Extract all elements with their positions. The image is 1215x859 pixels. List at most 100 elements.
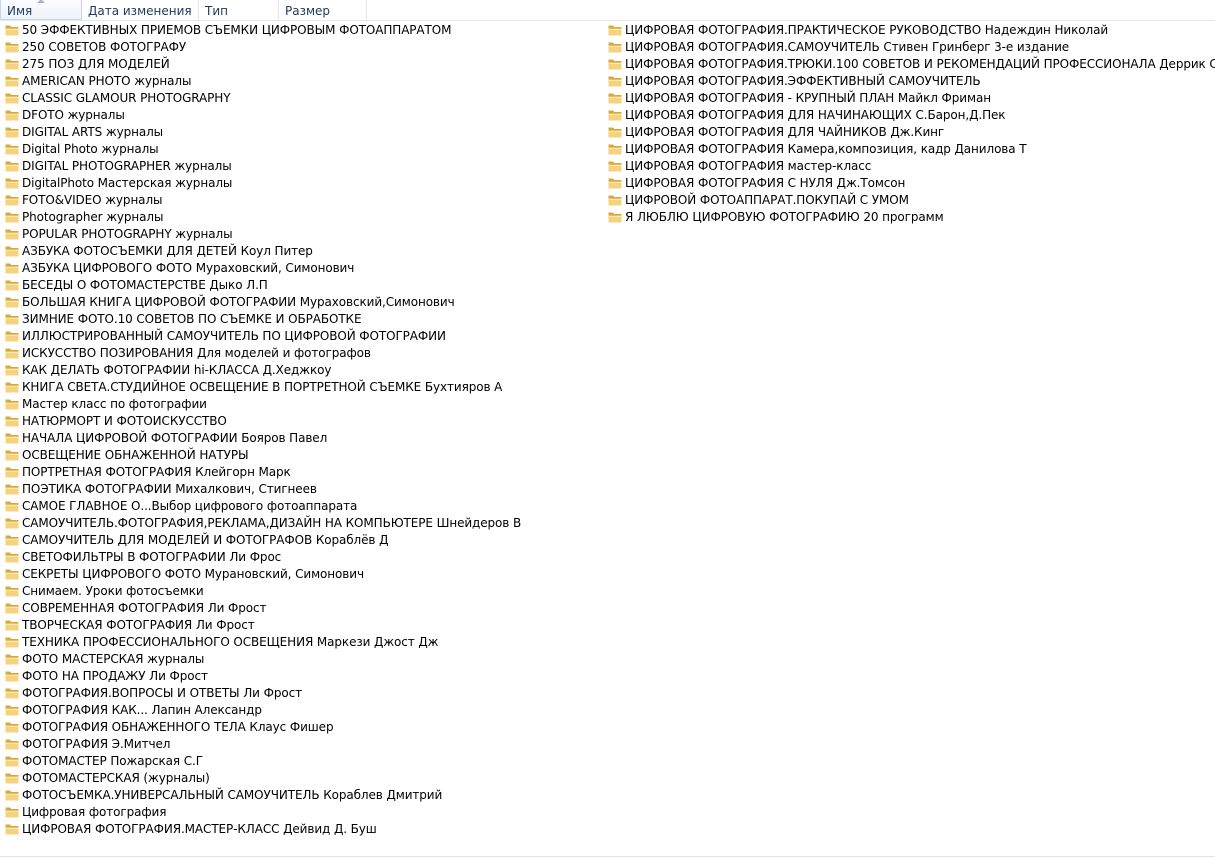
folder-icon [5,773,19,784]
folder-icon [608,76,622,87]
folder-item[interactable]: КНИГА СВЕТА.СТУДИЙНОЕ ОСВЕЩЕНИЕ В ПОРТРЕ… [2,379,602,396]
folder-icon [5,382,19,393]
folder-item-label: DFOTO журналы [22,108,125,122]
folder-item[interactable]: Цифровая фотография [2,804,602,821]
folder-item[interactable]: ИЛЛЮСТРИРОВАННЫЙ САМОУЧИТЕЛЬ ПО ЦИФРОВОЙ… [2,328,602,345]
file-list[interactable]: 50 ЭФФЕКТИВНЫХ ПРИЕМОВ СЪЕМКИ ЦИФРОВЫМ Ф… [0,22,1215,846]
folder-item[interactable]: ЦИФРОВАЯ ФОТОГРАФИЯ - КРУПНЫЙ ПЛАН Майкл… [605,90,1215,107]
folder-item[interactable]: ЦИФРОВАЯ ФОТОГРАФИЯ Камера,композиция, к… [605,141,1215,158]
folder-item-label: ЦИФРОВАЯ ФОТОГРАФИЯ.ЭФФЕКТИВНЫЙ САМОУЧИТ… [625,74,981,88]
folder-item[interactable]: AMERICAN PHOTO журналы [2,73,602,90]
folder-item[interactable]: НАЧАЛА ЦИФРОВОЙ ФОТОГРАФИИ Бояров Павел [2,430,602,447]
folder-item[interactable]: ЦИФРОВАЯ ФОТОГРАФИЯ.САМОУЧИТЕЛЬ Стивен Г… [605,39,1215,56]
folder-item[interactable]: САМОУЧИТЕЛЬ.ФОТОГРАФИЯ,РЕКЛАМА,ДИЗАЙН НА… [2,515,602,532]
folder-item[interactable]: Мастер класс по фотографии [2,396,602,413]
folder-item[interactable]: ИСКУССТВО ПОЗИРОВАНИЯ Для моделей и фото… [2,345,602,362]
folder-item[interactable]: FOTO&VIDEO журналы [2,192,602,209]
folder-item[interactable]: ФОТО МАСТЕРСКАЯ журналы [2,651,602,668]
folder-item[interactable]: ФОТОГРАФИЯ Э.Митчел [2,736,602,753]
folder-item[interactable]: ПОРТРЕТНАЯ ФОТОГРАФИЯ Клейгорн Марк [2,464,602,481]
folder-item[interactable]: Снимаем. Уроки фотосъемки [2,583,602,600]
folder-item-label: ЦИФРОВОЙ ФОТОАППАРАТ.ПОКУПАЙ С УМОМ [625,193,909,207]
folder-item[interactable]: ЦИФРОВАЯ ФОТОГРАФИЯ мастер-класс [605,158,1215,175]
folder-item[interactable]: ФОТОГРАФИЯ ОБНАЖЕННОГО ТЕЛА Клаус Фишер [2,719,602,736]
folder-item[interactable]: ФОТОГРАФИЯ.ВОПРОСЫ И ОТВЕТЫ Ли Фрост [2,685,602,702]
folder-item[interactable]: СВЕТОФИЛЬТРЫ В ФОТОГРАФИИ Ли Фрос [2,549,602,566]
folder-item[interactable]: АЗБУКА ФОТОСЪЕМКИ ДЛЯ ДЕТЕЙ Коул Питер [2,243,602,260]
folder-icon [5,620,19,631]
folder-item[interactable]: БОЛЬШАЯ КНИГА ЦИФРОВОЙ ФОТОГРАФИИ Мурахо… [2,294,602,311]
folder-item[interactable]: САМОУЧИТЕЛЬ ДЛЯ МОДЕЛЕЙ И ФОТОГРАФОВ Кор… [2,532,602,549]
folder-item[interactable]: Digital Photo журналы [2,141,602,158]
folder-item[interactable]: 250 СОВЕТОВ ФОТОГРАФУ [2,39,602,56]
folder-icon [5,603,19,614]
folder-item[interactable]: ЦИФРОВАЯ ФОТОГРАФИЯ.ПРАКТИЧЕСКОЕ РУКОВОД… [605,22,1215,39]
folder-item[interactable]: DFOTO журналы [2,107,602,124]
folder-item[interactable]: СОВРЕМЕННАЯ ФОТОГРАФИЯ Ли Фрост [2,600,602,617]
folder-item[interactable]: Photographer журналы [2,209,602,226]
folder-item-label: ФОТОСЪЕМКА.УНИВЕРСАЛЬНЫЙ САМОУЧИТЕЛЬ Кор… [22,788,443,802]
folder-item[interactable]: ЦИФРОВАЯ ФОТОГРАФИЯ С НУЛЯ Дж.Томсон [605,175,1215,192]
column-header-name[interactable]: Имя [0,0,82,20]
file-list-column-right: ЦИФРОВАЯ ФОТОГРАФИЯ.ПРАКТИЧЕСКОЕ РУКОВОД… [605,22,1215,226]
folder-icon [608,161,622,172]
folder-item-label: ИСКУССТВО ПОЗИРОВАНИЯ Для моделей и фото… [22,346,371,360]
folder-item[interactable]: ЗИМНИЕ ФОТО.10 СОВЕТОВ ПО СЪЕМКЕ И ОБРАБ… [2,311,602,328]
folder-icon [608,110,622,121]
folder-item[interactable]: ПОЭТИКА ФОТОГРАФИИ Михалкович, Стигнеев [2,481,602,498]
folder-icon [5,59,19,70]
folder-item[interactable]: ФОТО НА ПРОДАЖУ Ли Фрост [2,668,602,685]
folder-item[interactable]: ТВОРЧЕСКАЯ ФОТОГРАФИЯ Ли Фрост [2,617,602,634]
folder-icon [5,722,19,733]
folder-item[interactable]: 275 ПОЗ ДЛЯ МОДЕЛЕЙ [2,56,602,73]
folder-icon [5,739,19,750]
folder-item[interactable]: ЦИФРОВОЙ ФОТОАППАРАТ.ПОКУПАЙ С УМОМ [605,192,1215,209]
folder-icon [5,552,19,563]
column-header-size[interactable]: Размер [279,0,367,20]
folder-item[interactable]: CLASSIC GLAMOUR PHOTOGRAPHY [2,90,602,107]
folder-item[interactable]: ТЕХНИКА ПРОФЕССИОНАЛЬНОГО ОСВЕЩЕНИЯ Марк… [2,634,602,651]
folder-item[interactable]: ЦИФРОВАЯ ФОТОГРАФИЯ ДЛЯ ЧАЙНИКОВ Дж.Кинг [605,124,1215,141]
folder-item[interactable]: DIGITAL PHOTOGRAPHER журналы [2,158,602,175]
column-header-date-modified[interactable]: Дата изменения [82,0,199,20]
folder-item[interactable]: ЦИФРОВАЯ ФОТОГРАФИЯ.ЭФФЕКТИВНЫЙ САМОУЧИТ… [605,73,1215,90]
folder-item[interactable]: БЕСЕДЫ О ФОТОМАСТЕРСТВЕ Дыко Л.П [2,277,602,294]
folder-icon [608,93,622,104]
folder-item[interactable]: ФОТОМАСТЕРСКАЯ (журналы) [2,770,602,787]
folder-item[interactable]: ФОТОМАСТЕР Пожарская С.Г [2,753,602,770]
folder-item[interactable]: ОСВЕЩЕНИЕ ОБНАЖЕННОЙ НАТУРЫ [2,447,602,464]
folder-item[interactable]: САМОЕ ГЛАВНОЕ О...Выбор цифрового фотоап… [2,498,602,515]
folder-icon [608,59,622,70]
folder-item[interactable]: Я ЛЮБЛЮ ЦИФРОВУЮ ФОТОГРАФИЮ 20 программ [605,209,1215,226]
folder-item-label: ЦИФРОВАЯ ФОТОГРАФИЯ Камера,композиция, к… [625,142,1027,156]
folder-item[interactable]: DIGITAL ARTS журналы [2,124,602,141]
folder-icon [5,178,19,189]
folder-item[interactable]: ЦИФРОВАЯ ФОТОГРАФИЯ.МАСТЕР-КЛАСС Дейвид … [2,821,602,838]
folder-item[interactable]: POPULAR PHOTOGRAPHY журналы [2,226,602,243]
column-header-type[interactable]: Тип [199,0,279,20]
folder-item[interactable]: ЦИФРОВАЯ ФОТОГРАФИЯ.ТРЮКИ.100 СОВЕТОВ И … [605,56,1215,73]
folder-item[interactable]: DigitalPhoto Мастерская журналы [2,175,602,192]
folder-icon [5,280,19,291]
folder-item-label: ЦИФРОВАЯ ФОТОГРАФИЯ.МАСТЕР-КЛАСС Дейвид … [22,822,377,836]
folder-icon [5,705,19,716]
folder-item-label: ФОТОГРАФИЯ КАК... Лапин Александр [22,703,262,717]
folder-item-label: ФОТОГРАФИЯ ОБНАЖЕННОГО ТЕЛА Клаус Фишер [22,720,334,734]
folder-item[interactable]: ФОТОГРАФИЯ КАК... Лапин Александр [2,702,602,719]
folder-item[interactable]: ЦИФРОВАЯ ФОТОГРАФИЯ ДЛЯ НАЧИНАЮЩИХ С.Бар… [605,107,1215,124]
column-header-bar: Имя Дата изменения Тип Размер [0,0,1215,21]
folder-item[interactable]: КАК ДЕЛАТЬ ФОТОГРАФИИ hi-КЛАССА Д.Хеджко… [2,362,602,379]
folder-item-label: 50 ЭФФЕКТИВНЫХ ПРИЕМОВ СЪЕМКИ ЦИФРОВЫМ Ф… [22,23,452,37]
folder-icon [5,569,19,580]
folder-item[interactable]: ФОТОСЪЕМКА.УНИВЕРСАЛЬНЫЙ САМОУЧИТЕЛЬ Кор… [2,787,602,804]
folder-icon [5,42,19,53]
folder-item-label: БЕСЕДЫ О ФОТОМАСТЕРСТВЕ Дыко Л.П [22,278,268,292]
folder-item[interactable]: НАТЮРМОРТ И ФОТОИСКУССТВО [2,413,602,430]
folder-item[interactable]: 50 ЭФФЕКТИВНЫХ ПРИЕМОВ СЪЕМКИ ЦИФРОВЫМ Ф… [2,22,602,39]
folder-item-label: ЗИМНИЕ ФОТО.10 СОВЕТОВ ПО СЪЕМКЕ И ОБРАБ… [22,312,362,326]
folder-item[interactable]: СЕКРЕТЫ ЦИФРОВОГО ФОТО Мурановский, Симо… [2,566,602,583]
folder-item-label: КНИГА СВЕТА.СТУДИЙНОЕ ОСВЕЩЕНИЕ В ПОРТРЕ… [22,380,503,394]
folder-icon [5,297,19,308]
folder-icon [608,42,622,53]
folder-item[interactable]: АЗБУКА ЦИФРОВОГО ФОТО Мураховский, Симон… [2,260,602,277]
